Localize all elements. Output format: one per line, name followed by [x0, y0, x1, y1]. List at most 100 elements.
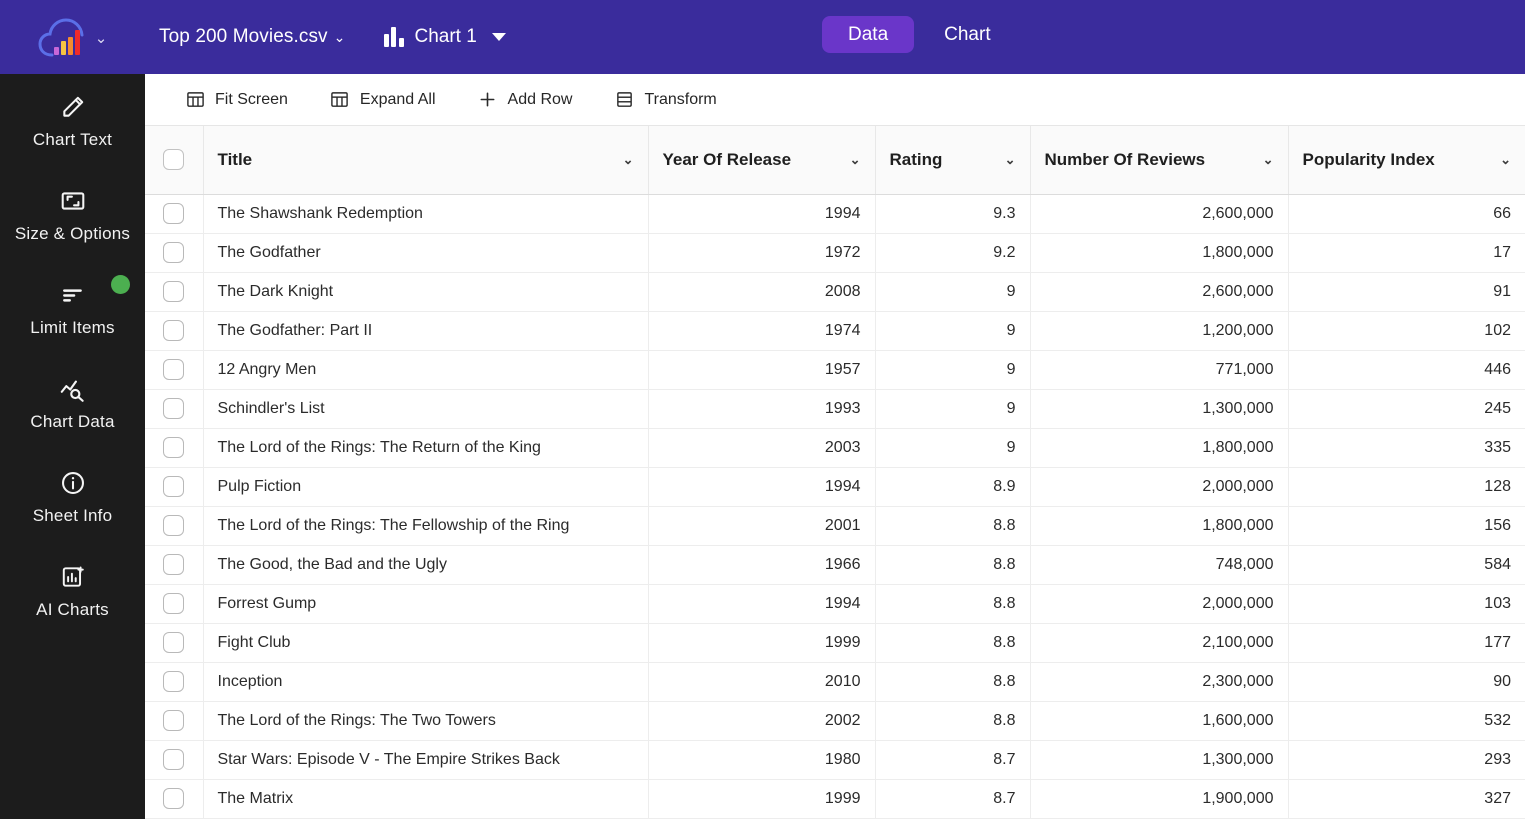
- cell-number-of-reviews[interactable]: 1,800,000: [1030, 428, 1289, 468]
- table-row[interactable]: The Godfather: Part II 1974 9 1,200,000 102: [145, 311, 1525, 351]
- cell-popularity-index[interactable]: 66: [1288, 194, 1525, 234]
- row-checkbox[interactable]: [163, 281, 185, 302]
- cell-number-of-reviews[interactable]: 771,000: [1030, 350, 1289, 390]
- tab-data[interactable]: Data: [822, 16, 915, 53]
- row-checkbox[interactable]: [163, 710, 185, 731]
- cell-rating[interactable]: 8.9: [875, 467, 1031, 507]
- chevron-down-icon[interactable]: ⌄: [1255, 153, 1274, 166]
- table-row[interactable]: The Lord of the Rings: The Return of the…: [145, 428, 1525, 468]
- chart-selector[interactable]: Chart 1: [383, 26, 506, 48]
- cell-year-of-release[interactable]: 1999: [648, 779, 876, 819]
- cell-number-of-reviews[interactable]: 1,800,000: [1030, 233, 1289, 273]
- row-checkbox[interactable]: [163, 242, 185, 263]
- table-row[interactable]: The Dark Knight 2008 9 2,600,000 91: [145, 272, 1525, 312]
- cell-number-of-reviews[interactable]: 1,300,000: [1030, 389, 1289, 429]
- cell-popularity-index[interactable]: 335: [1288, 428, 1525, 468]
- cell-rating[interactable]: 9: [875, 428, 1031, 468]
- chevron-down-icon[interactable]: ⌄: [997, 153, 1016, 166]
- chevron-down-icon[interactable]: ⌄: [615, 153, 634, 166]
- cell-popularity-index[interactable]: 103: [1288, 584, 1525, 624]
- sidebar-item-chart-data[interactable]: Chart Data: [0, 356, 145, 450]
- cell-rating[interactable]: 8.8: [875, 545, 1031, 585]
- cell-year-of-release[interactable]: 2003: [648, 428, 876, 468]
- tab-chart[interactable]: Chart: [918, 16, 1016, 53]
- cell-rating[interactable]: 9.3: [875, 194, 1031, 234]
- fit-screen-button[interactable]: Fit Screen: [175, 84, 298, 116]
- cell-number-of-reviews[interactable]: 2,000,000: [1030, 584, 1289, 624]
- table-row[interactable]: Forrest Gump 1994 8.8 2,000,000 103: [145, 584, 1525, 624]
- column-header-title[interactable]: Title ⌄: [203, 126, 649, 195]
- cell-title[interactable]: The Lord of the Rings: The Fellowship of…: [203, 506, 649, 546]
- cell-year-of-release[interactable]: 1993: [648, 389, 876, 429]
- cell-year-of-release[interactable]: 2001: [648, 506, 876, 546]
- cell-popularity-index[interactable]: 156: [1288, 506, 1525, 546]
- cell-popularity-index[interactable]: 128: [1288, 467, 1525, 507]
- cell-popularity-index[interactable]: 293: [1288, 740, 1525, 780]
- cell-title[interactable]: The Godfather: [203, 233, 649, 273]
- cell-rating[interactable]: 8.8: [875, 662, 1031, 702]
- row-checkbox[interactable]: [163, 749, 185, 770]
- cell-title[interactable]: The Shawshank Redemption: [203, 194, 649, 234]
- row-checkbox[interactable]: [163, 476, 185, 497]
- cell-popularity-index[interactable]: 245: [1288, 389, 1525, 429]
- row-checkbox[interactable]: [163, 320, 185, 341]
- table-row[interactable]: 12 Angry Men 1957 9 771,000 446: [145, 350, 1525, 390]
- row-checkbox[interactable]: [163, 632, 185, 653]
- column-header-year-of-release[interactable]: Year Of Release ⌄: [648, 126, 876, 195]
- cell-year-of-release[interactable]: 1994: [648, 467, 876, 507]
- cell-rating[interactable]: 8.7: [875, 740, 1031, 780]
- cell-title[interactable]: The Lord of the Rings: The Return of the…: [203, 428, 649, 468]
- cell-rating[interactable]: 9: [875, 389, 1031, 429]
- cell-number-of-reviews[interactable]: 748,000: [1030, 545, 1289, 585]
- cell-rating[interactable]: 9.2: [875, 233, 1031, 273]
- table-row[interactable]: Star Wars: Episode V - The Empire Strike…: [145, 740, 1525, 780]
- table-row[interactable]: The Godfather 1972 9.2 1,800,000 17: [145, 233, 1525, 273]
- table-row[interactable]: The Matrix 1999 8.7 1,900,000 327: [145, 779, 1525, 819]
- cell-popularity-index[interactable]: 17: [1288, 233, 1525, 273]
- cell-title[interactable]: The Lord of the Rings: The Two Towers: [203, 701, 649, 741]
- cell-year-of-release[interactable]: 1972: [648, 233, 876, 273]
- cell-year-of-release[interactable]: 2010: [648, 662, 876, 702]
- chevron-down-icon[interactable]: ⌄: [842, 153, 861, 166]
- cell-year-of-release[interactable]: 1957: [648, 350, 876, 390]
- table-row[interactable]: Fight Club 1999 8.8 2,100,000 177: [145, 623, 1525, 663]
- table-row[interactable]: The Good, the Bad and the Ugly 1966 8.8 748…: [145, 545, 1525, 585]
- cell-rating[interactable]: 8.8: [875, 701, 1031, 741]
- cell-year-of-release[interactable]: 1999: [648, 623, 876, 663]
- cell-rating[interactable]: 9: [875, 311, 1031, 351]
- cell-popularity-index[interactable]: 584: [1288, 545, 1525, 585]
- add-row-button[interactable]: Add Row: [468, 84, 583, 116]
- cell-rating[interactable]: 8.8: [875, 506, 1031, 546]
- chevron-down-icon[interactable]: ⌄: [1492, 153, 1511, 166]
- cell-year-of-release[interactable]: 1974: [648, 311, 876, 351]
- cell-number-of-reviews[interactable]: 2,600,000: [1030, 194, 1289, 234]
- table-row[interactable]: The Shawshank Redemption 1994 9.3 2,600,000…: [145, 194, 1525, 234]
- table-row[interactable]: The Lord of the Rings: The Two Towers 200…: [145, 701, 1525, 741]
- cell-title[interactable]: 12 Angry Men: [203, 350, 649, 390]
- cell-number-of-reviews[interactable]: 2,600,000: [1030, 272, 1289, 312]
- sidebar-item-limit-items[interactable]: Limit Items: [0, 262, 145, 356]
- row-checkbox[interactable]: [163, 437, 185, 458]
- cell-title[interactable]: The Dark Knight: [203, 272, 649, 312]
- cell-year-of-release[interactable]: 1966: [648, 545, 876, 585]
- cell-rating[interactable]: 8.8: [875, 584, 1031, 624]
- cell-title[interactable]: Schindler's List: [203, 389, 649, 429]
- cell-popularity-index[interactable]: 90: [1288, 662, 1525, 702]
- cell-title[interactable]: The Good, the Bad and the Ugly: [203, 545, 649, 585]
- cell-title[interactable]: Star Wars: Episode V - The Empire Strike…: [203, 740, 649, 780]
- sidebar-item-size-options[interactable]: Size & Options: [0, 168, 145, 262]
- expand-all-button[interactable]: Expand All: [320, 84, 446, 116]
- column-header-popularity-index[interactable]: Popularity Index ⌄: [1288, 126, 1525, 195]
- cell-rating[interactable]: 9: [875, 350, 1031, 390]
- cell-number-of-reviews[interactable]: 2,100,000: [1030, 623, 1289, 663]
- cell-popularity-index[interactable]: 91: [1288, 272, 1525, 312]
- cell-title[interactable]: Forrest Gump: [203, 584, 649, 624]
- cell-year-of-release[interactable]: 2002: [648, 701, 876, 741]
- cell-rating[interactable]: 8.7: [875, 779, 1031, 819]
- row-checkbox[interactable]: [163, 593, 185, 614]
- row-checkbox[interactable]: [163, 554, 185, 575]
- table-row[interactable]: Inception 2010 8.8 2,300,000 90: [145, 662, 1525, 702]
- cell-number-of-reviews[interactable]: 2,300,000: [1030, 662, 1289, 702]
- file-name-selector[interactable]: Top 200 Movies.csv ⌄: [159, 26, 346, 48]
- table-row[interactable]: The Lord of the Rings: The Fellowship of…: [145, 506, 1525, 546]
